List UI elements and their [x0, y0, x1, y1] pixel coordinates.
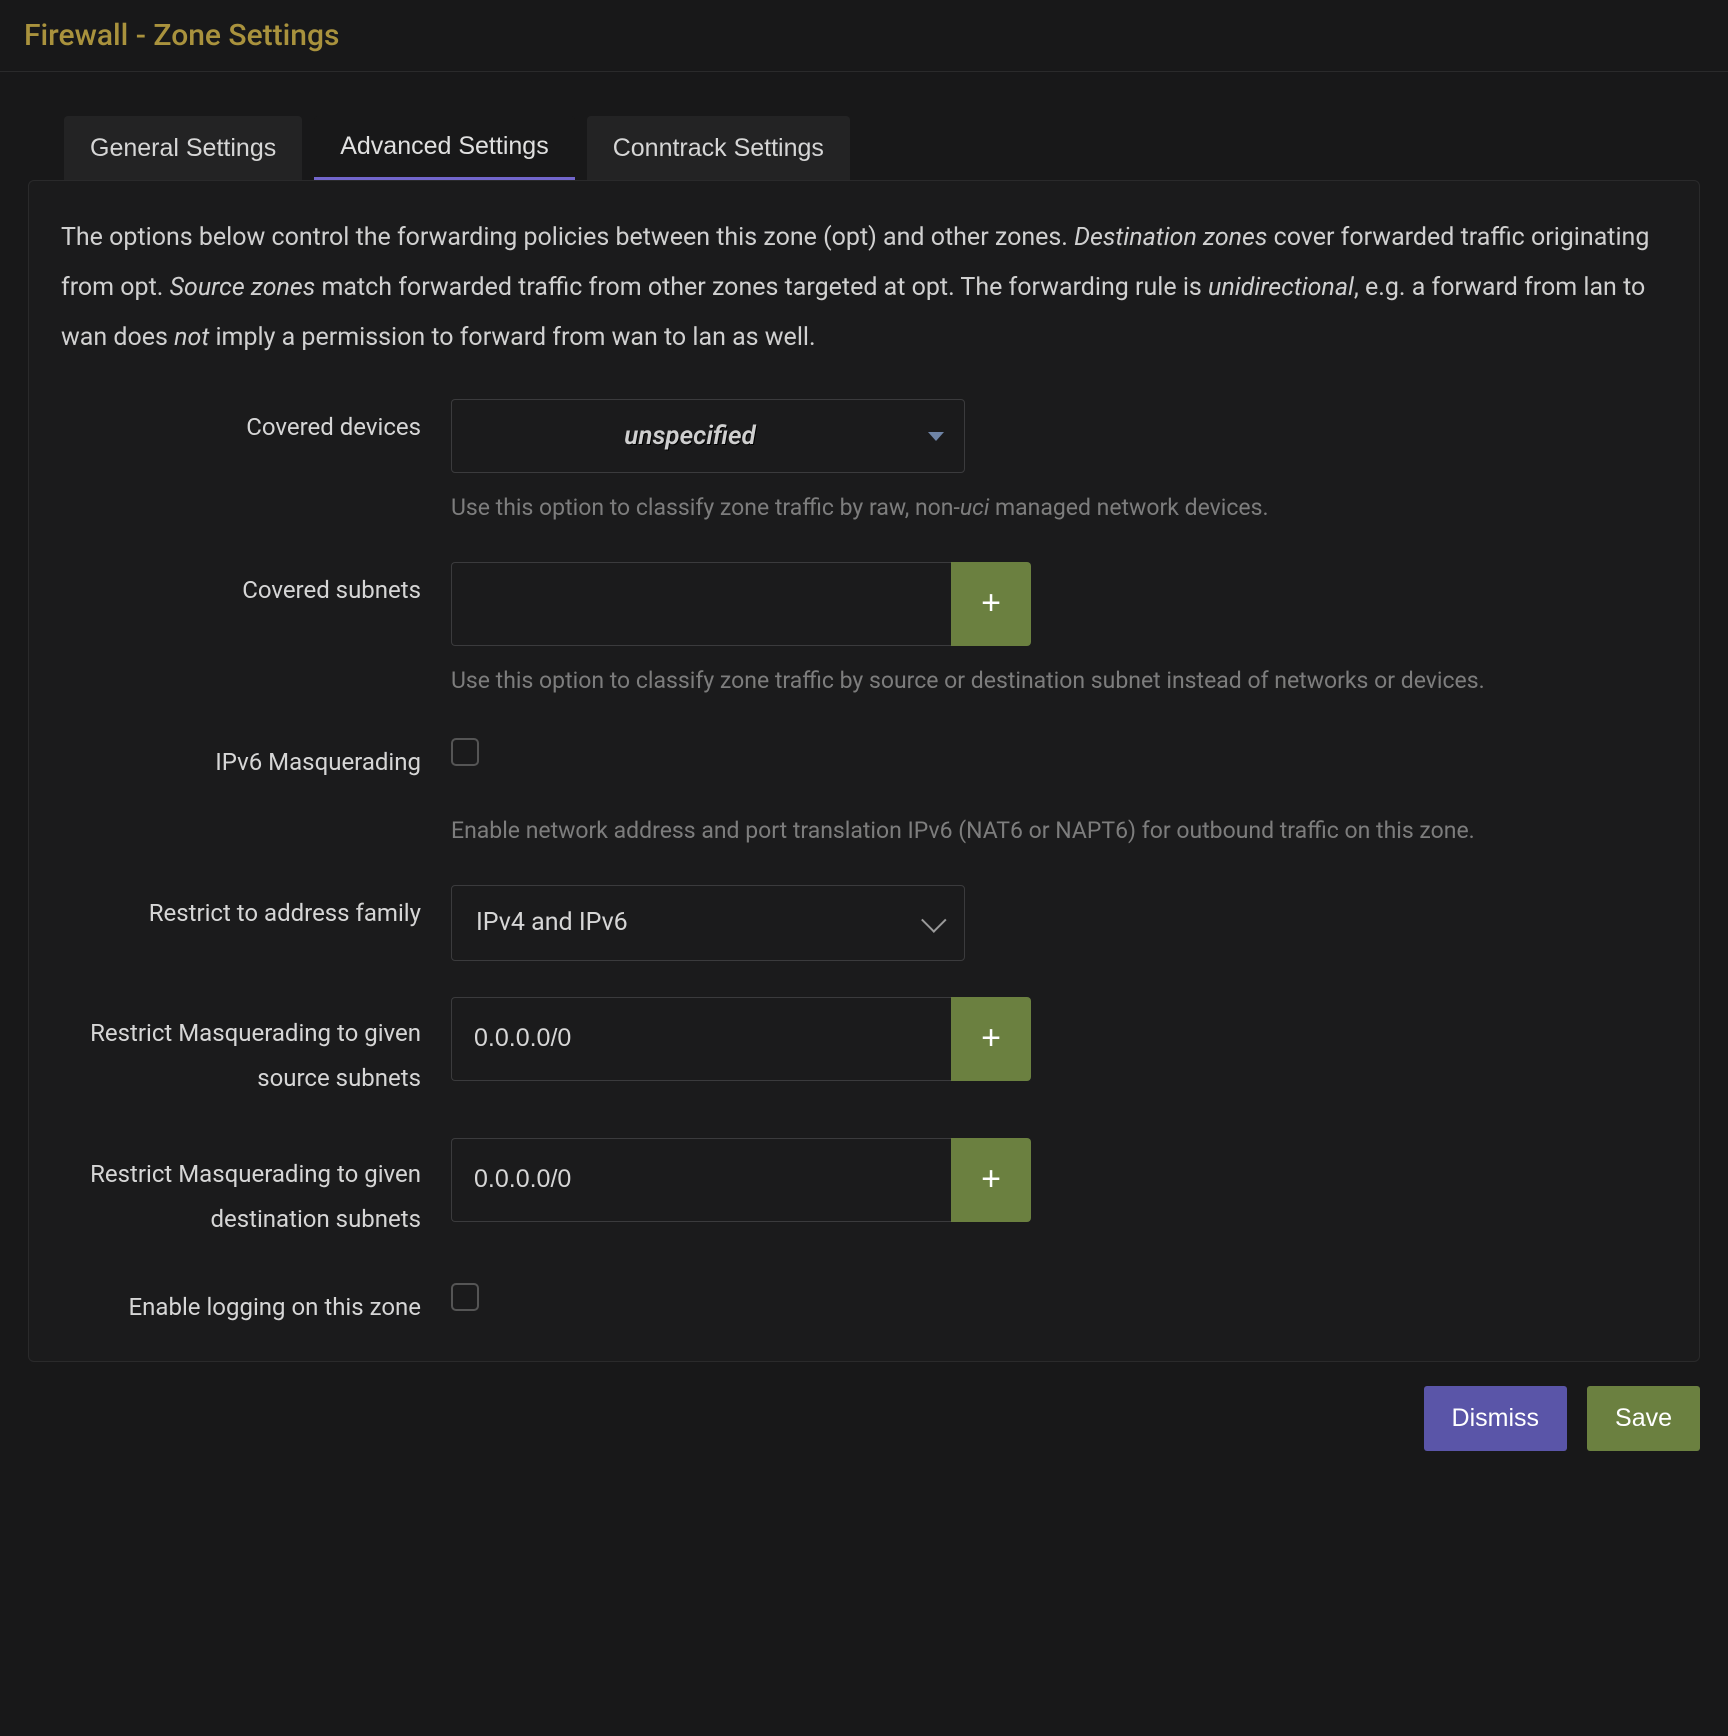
row-masq-dest: Restrict Masquerading to given destinati… [61, 1138, 1667, 1243]
address-family-select[interactable]: IPv4 and IPv6 [451, 885, 965, 961]
tab-general[interactable]: General Settings [64, 116, 302, 180]
add-masq-dest-button[interactable]: + [951, 1138, 1031, 1222]
row-address-family: Restrict to address family IPv4 and IPv6 [61, 885, 1667, 961]
covered-devices-value: unspecified [452, 421, 928, 451]
label-covered-subnets: Covered subnets [61, 562, 451, 604]
row-logging: Enable logging on this zone [61, 1279, 1667, 1321]
row-ipv6-masq: IPv6 Masquerading Enable network address… [61, 734, 1667, 849]
address-family-value: IPv4 and IPv6 [476, 908, 628, 937]
label-logging: Enable logging on this zone [61, 1279, 451, 1321]
logging-checkbox[interactable] [451, 1283, 479, 1311]
masq-dest-input[interactable] [451, 1138, 951, 1222]
masq-src-input[interactable] [451, 997, 951, 1081]
row-covered-subnets: Covered subnets + Use this option to cla… [61, 562, 1667, 699]
add-subnet-button[interactable]: + [951, 562, 1031, 646]
covered-devices-dropdown[interactable]: unspecified [451, 399, 965, 473]
settings-panel: The options below control the forwarding… [28, 180, 1700, 1362]
dismiss-button[interactable]: Dismiss [1424, 1386, 1568, 1451]
footer: Dismiss Save [0, 1362, 1728, 1451]
save-button[interactable]: Save [1587, 1386, 1700, 1451]
tab-conntrack[interactable]: Conntrack Settings [587, 116, 850, 180]
page-title: Firewall - Zone Settings [24, 18, 1704, 53]
chevron-down-icon [928, 432, 944, 441]
chevron-down-icon [921, 907, 946, 932]
label-masq-src: Restrict Masquerading to given source su… [61, 997, 451, 1102]
hint-ipv6-masq: Enable network address and port translat… [451, 814, 1667, 849]
add-masq-src-button[interactable]: + [951, 997, 1031, 1081]
title-bar: Firewall - Zone Settings [0, 0, 1728, 72]
row-covered-devices: Covered devices unspecified Use this opt… [61, 399, 1667, 526]
label-address-family: Restrict to address family [61, 885, 451, 927]
label-ipv6-masq: IPv6 Masquerading [61, 734, 451, 776]
hint-covered-subnets: Use this option to classify zone traffic… [451, 664, 1667, 699]
hint-covered-devices: Use this option to classify zone traffic… [451, 491, 1667, 526]
tab-advanced[interactable]: Advanced Settings [314, 116, 574, 180]
help-text: The options below control the forwarding… [61, 213, 1667, 363]
label-covered-devices: Covered devices [61, 399, 451, 441]
label-masq-dest: Restrict Masquerading to given destinati… [61, 1138, 451, 1243]
tabs: General Settings Advanced Settings Connt… [0, 72, 1728, 180]
row-masq-src: Restrict Masquerading to given source su… [61, 997, 1667, 1102]
ipv6-masq-checkbox[interactable] [451, 738, 479, 766]
covered-subnets-input[interactable] [451, 562, 951, 646]
